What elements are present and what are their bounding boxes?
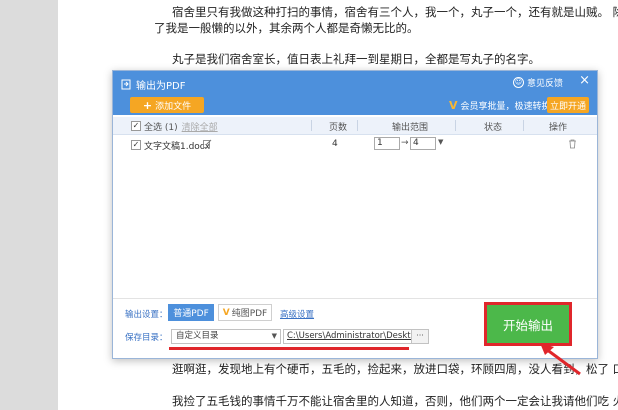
- select-all-checkbox[interactable]: ✓: [131, 121, 141, 131]
- chevron-down-icon[interactable]: ▼: [438, 138, 443, 146]
- dialog-title: 输出为PDF: [136, 80, 186, 92]
- image-pdf-button[interactable]: V 纯图PDF: [218, 304, 272, 321]
- document-line: 丸子是我们宿舍室长，值日表上礼拜一到星期日，全都是写丸子的名字。: [172, 52, 540, 66]
- chevron-down-icon: ▼: [271, 332, 277, 340]
- save-dir-label: 保存目录：: [125, 333, 168, 343]
- column-divider: [311, 120, 312, 131]
- range-from-input[interactable]: 1: [374, 137, 400, 150]
- table-row: ✓ 文字文稿1.docx 4 1 → 4 ▼: [113, 137, 597, 152]
- smile-icon: ☺: [512, 77, 524, 88]
- save-path-field[interactable]: C:\Users\Administrator\Desktop\: [283, 329, 412, 344]
- document-line: 了我是一般懒的以外，其余两个人都是奇懒无比的。: [154, 21, 419, 35]
- highlight-underline: [169, 347, 409, 350]
- range-arrow-icon: →: [401, 138, 409, 148]
- feedback-link[interactable]: ☺ 意见反馈: [512, 76, 563, 89]
- add-file-button[interactable]: + 添加文件: [130, 97, 204, 113]
- trash-icon[interactable]: [568, 139, 577, 149]
- range-header: 输出范围: [392, 123, 429, 133]
- dialog-title-row: 输出为PDF: [121, 76, 185, 92]
- dialog-header: 输出为PDF ☺ 意见反馈 × + 添加文件 V 会员享批量，极速转换 立即开通: [113, 71, 597, 115]
- directory-select[interactable]: 自定义目录 ▼: [171, 329, 281, 344]
- vip-promo: V 会员享批量，极速转换: [449, 99, 551, 112]
- document-line: 我捡了五毛钱的事情千万不能让宿舍里的人知道，否则，他们两个一定会让我请他们吃 火: [172, 394, 618, 408]
- file-table-header: ✓ 全选 (1) 清除全部 页数 输出范围 状态 操作: [113, 117, 597, 135]
- browse-button[interactable]: ···: [411, 329, 429, 344]
- action-header: 操作: [549, 123, 568, 133]
- column-divider: [523, 120, 524, 131]
- status-header: 状态: [484, 123, 503, 133]
- file-name: 文字文稿1.docx: [144, 142, 211, 152]
- normal-pdf-button[interactable]: 普通PDF: [168, 304, 214, 321]
- close-icon[interactable]: ×: [579, 73, 590, 88]
- directory-select-value: 自定义目录: [176, 331, 219, 341]
- edit-icon[interactable]: [203, 139, 212, 148]
- vip-icon: V: [449, 99, 458, 112]
- select-all-label: 全选 (1): [144, 123, 178, 133]
- open-vip-button[interactable]: 立即开通: [547, 97, 589, 113]
- pages-header: 页数: [329, 123, 348, 133]
- page-count: 4: [332, 139, 338, 149]
- advanced-settings-link[interactable]: 高级设置: [280, 308, 314, 320]
- column-divider: [455, 120, 456, 131]
- pointer-arrow-icon: [540, 343, 581, 376]
- vip-icon: V: [222, 307, 230, 318]
- select-all-header: 全选 (1) 清除全部: [144, 120, 218, 133]
- range-to-input[interactable]: 4: [410, 137, 436, 150]
- column-divider: [357, 120, 358, 131]
- clear-all-link[interactable]: 清除全部: [182, 123, 218, 133]
- vip-promo-text: 会员享批量，极速转换: [460, 102, 551, 112]
- start-export-button[interactable]: 开始输出: [487, 305, 569, 343]
- image-pdf-label: 纯图PDF: [231, 309, 268, 319]
- add-file-label: 添加文件: [155, 101, 192, 112]
- pdf-export-icon: [121, 79, 131, 89]
- plus-icon: +: [142, 98, 153, 112]
- document-line: 宿舍里只有我做这种打扫的事情，宿舍有三个人，我一个，丸子一个，还有就是山贼。 除: [172, 5, 618, 19]
- row-checkbox[interactable]: ✓: [131, 140, 141, 150]
- feedback-label: 意见反馈: [526, 79, 563, 89]
- output-settings-label: 输出设置：: [125, 310, 168, 320]
